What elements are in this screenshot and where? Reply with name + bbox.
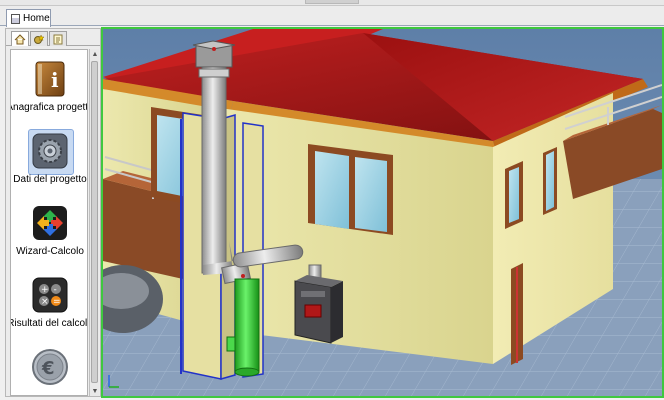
svg-text:=: = [53,297,61,307]
tab-home-label: Home [23,13,50,24]
svg-text:i: i [51,68,59,92]
svg-text:+: + [41,285,49,295]
launcher-item-costi[interactable]: € [11,338,87,395]
settings-gear-icon [32,133,68,169]
home-icon [14,33,26,44]
svg-text:×: × [41,297,49,307]
3d-viewport[interactable] [101,27,664,398]
scroll-up-icon[interactable]: ▲ [90,49,100,59]
scroll-down-icon[interactable]: ▼ [90,386,100,396]
sidebar-tabs [6,29,100,46]
calculator-icon: + - × = [32,277,68,313]
launcher-list: i Anagrafica progetto Dati del progetto [10,49,88,396]
launcher-label-dati-progetto: Dati del progetto [13,174,87,185]
euro-coin-icon: € [32,349,68,385]
launcher-label-risultati: Risultati del calcolo [10,318,88,329]
tab-home[interactable]: Home [6,9,51,27]
svg-text:-: - [54,285,57,295]
document-icon [11,13,20,24]
launcher-label-anagrafica: Anagrafica progetto [10,102,88,113]
scroll-thumb[interactable] [91,61,98,383]
launcher-scrollbar[interactable]: ▲ ▼ [89,49,99,396]
launcher-item-anagrafica[interactable]: i Anagrafica progetto [10,50,88,122]
launcher-item-wizard[interactable]: Wizard-Calcolo [11,194,87,266]
gear-star-icon [34,33,45,44]
sidebar-panel: i Anagrafica progetto Dati del progetto [5,28,101,397]
resize-handle[interactable] [305,0,359,4]
launcher-item-dati-progetto[interactable]: Dati del progetto [11,122,87,194]
sidebar-tab-home[interactable] [11,31,29,46]
notepad-icon [53,34,63,44]
launcher-label-wizard: Wizard-Calcolo [16,246,84,257]
sidebar-tab-notes[interactable] [49,31,67,46]
info-book-icon: i [35,61,65,97]
svg-text:€: € [41,358,55,379]
wizard-arrows-icon [33,206,67,240]
document-tab-bar: Home [0,6,664,27]
house-3d-scene [103,29,662,396]
sidebar-tab-tools[interactable] [30,31,48,46]
launcher-item-risultati[interactable]: + - × = Risultati del calcolo [10,266,88,338]
